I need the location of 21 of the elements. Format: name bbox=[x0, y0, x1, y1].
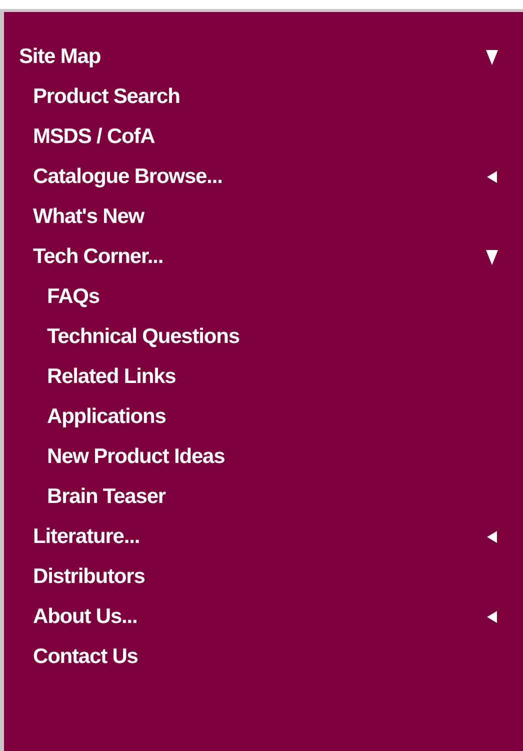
menu-item[interactable]: Technical Questions bbox=[47, 325, 240, 349]
menu-item[interactable]: Contact Us bbox=[33, 645, 138, 669]
down-triangle-icon[interactable] bbox=[485, 48, 499, 66]
menu-item[interactable]: Brain Teaser bbox=[47, 485, 166, 509]
menu-item[interactable]: About Us... bbox=[33, 605, 138, 629]
menu-item[interactable]: New Product Ideas bbox=[47, 445, 225, 469]
menu-item[interactable]: Distributors bbox=[33, 565, 145, 589]
left-triangle-icon[interactable] bbox=[485, 608, 499, 626]
menu-item[interactable]: Site Map bbox=[19, 45, 101, 69]
menu-item[interactable]: FAQs bbox=[47, 285, 100, 309]
menu-item[interactable]: Literature... bbox=[33, 525, 140, 549]
down-triangle-icon[interactable] bbox=[485, 248, 499, 266]
left-triangle-icon[interactable] bbox=[485, 168, 499, 186]
left-triangle-icon[interactable] bbox=[485, 528, 499, 546]
menu-item[interactable]: Applications bbox=[47, 405, 166, 429]
menu-item[interactable]: Catalogue Browse... bbox=[33, 165, 222, 189]
menu-item[interactable]: Related Links bbox=[47, 365, 176, 389]
menu-item[interactable]: MSDS / CofA bbox=[33, 125, 155, 149]
menu-item[interactable]: Product Search bbox=[33, 85, 180, 109]
menu-item[interactable]: What's New bbox=[33, 205, 144, 229]
menu-item[interactable]: Tech Corner... bbox=[33, 245, 164, 269]
